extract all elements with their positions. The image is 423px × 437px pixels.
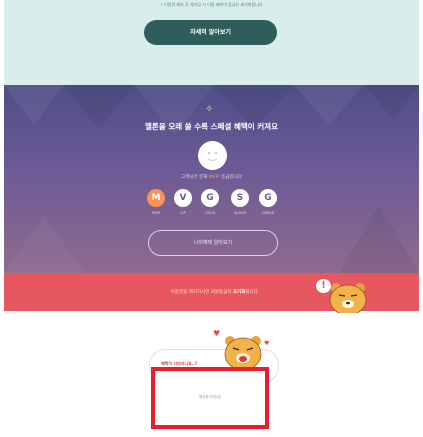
warning-prefix: 이용권을 해지하시면 회원등급이 <box>170 290 233 295</box>
grade-badge-vip: V <box>174 189 192 207</box>
grade-label-gold: GOLD <box>204 211 216 215</box>
exclamation-bubble-icon: ! <box>316 279 331 293</box>
reset-warning-text: 이용권을 해지하시면 회원등급이 초기화됩니다. <box>130 289 300 295</box>
current-grade-text: 고객님은 현재 MVIP 등급입니다 <box>130 174 293 180</box>
grade-highlight: MVIP <box>208 175 220 180</box>
warning-suffix: 됩니다. <box>245 290 260 295</box>
warning-bold: 초기화 <box>232 290 246 295</box>
grade-label-vip: VIP <box>180 211 186 215</box>
character-face-icon <box>207 151 218 162</box>
grade-badge-mvip: M <box>147 189 165 207</box>
my-benefits-button[interactable]: 나의혜택 알아보기 <box>148 230 278 256</box>
heart-icon: ♥ <box>213 329 221 338</box>
learn-more-button[interactable]: 자세히 알아보기 <box>144 20 277 45</box>
grade-label-mvip: MVIP <box>151 211 161 215</box>
grade-label-silver: SILVER <box>234 211 246 215</box>
notice-text: • 이용권 해지 후 재가입 시 이용 혜택이 등급은 초기화됩니다 <box>160 2 263 7</box>
sparkle-icon: ✧ <box>205 104 214 115</box>
avatar <box>198 141 227 170</box>
bear-character-icon <box>329 283 367 313</box>
grade-badge-silver: S <box>231 189 249 207</box>
grade-badge-green: G <box>259 189 277 207</box>
grade-suffix: 등급입니다 <box>219 175 242 180</box>
promo-headline: 멜론을 오래 쓸 수록 스페셜 혜택이 커져요 <box>145 122 278 131</box>
grade-badge-gold: G <box>201 189 219 207</box>
unsubscribe-link-text[interactable]: 해지하기(안내) <box>151 395 269 400</box>
grade-prefix: 고객님은 현재 <box>181 175 209 180</box>
grade-label-green: GREEN <box>261 211 275 215</box>
